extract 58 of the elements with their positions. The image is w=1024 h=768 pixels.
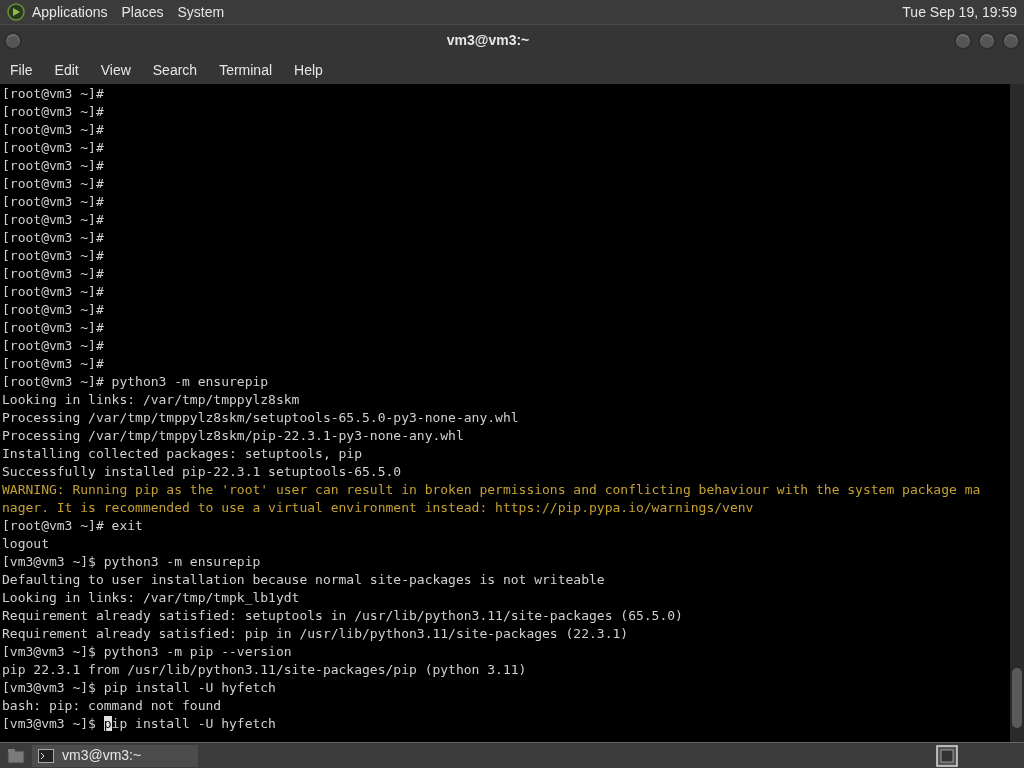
terminal-line: [root@vm3 ~]# — [2, 265, 104, 283]
terminal-line: [root@vm3 ~]# — [2, 139, 104, 157]
terminal-line: Looking in links: /var/tmp/tmppylz8skm — [2, 391, 300, 409]
terminal-line: Processing /var/tmp/tmppylz8skm/setuptools-65.5.0-py3-none-any.whl — [2, 409, 519, 427]
menu-item[interactable]: File — [10, 59, 33, 81]
terminal-line: [root@vm3 ~]# — [2, 319, 104, 337]
terminal-line: [root@vm3 ~]# — [2, 283, 104, 301]
terminal-line: [vm3@vm3 ~]$ python3 -m ensurepip — [2, 553, 261, 571]
menu-item[interactable]: Search — [152, 59, 198, 81]
shell-prompt: [vm3@vm3 ~]$ — [2, 715, 97, 733]
taskbar-button[interactable]: vm3@vm3:~ — [32, 744, 198, 767]
terminal-line: [root@vm3 ~]# — [2, 301, 104, 319]
menu-item[interactable]: View — [100, 59, 131, 81]
terminal-line: Successfully installed pip-22.3.1 setuptools-65.5.0 — [2, 463, 402, 481]
terminal-line: Processing /var/tmp/tmppylz8skm/pip-22.3.1-py3-none-any.whl — [2, 427, 464, 445]
panel-menu[interactable]: Applications — [32, 1, 108, 23]
command-input[interactable]: pip install -U hyfetch — [103, 715, 276, 733]
terminal-line: pip 22.3.1 from /usr/lib/python3.11/site-packages/pip (python 3.11) — [2, 661, 527, 679]
terminal-line: Defaulting to user installation because normal site-packages is not writeable — [2, 571, 605, 589]
window-button[interactable] — [954, 31, 972, 50]
menu-item[interactable]: Terminal — [219, 59, 273, 81]
panel-menu[interactable]: Places — [121, 1, 164, 23]
window-title: vm3@vm3:~ — [446, 31, 530, 50]
terminal-line: bash: pip: command not found — [2, 697, 222, 715]
terminal-line: Requirement already satisfied: setuptools in /usr/lib/python3.11/site-packages (65.5.0) — [2, 607, 683, 625]
terminal-line: [vm3@vm3 ~]$ pip install -U hyfetch — [2, 679, 276, 697]
window-button[interactable] — [4, 31, 22, 50]
terminal-icon — [38, 748, 54, 763]
terminal-line: [root@vm3 ~]# — [2, 157, 104, 175]
window-button[interactable] — [1002, 31, 1020, 50]
panel-menu[interactable]: System — [177, 1, 225, 23]
terminal-line: [root@vm3 ~]# — [2, 229, 104, 247]
scrollbar[interactable] — [1010, 84, 1024, 742]
terminal-line: Installing collected packages: setuptools, pip — [2, 445, 363, 463]
folder-icon[interactable] — [6, 746, 26, 765]
terminal-line: [vm3@vm3 ~]$ python3 -m pip --version — [2, 643, 292, 661]
terminal-line: [root@vm3 ~]# — [2, 211, 104, 229]
terminal-line: [root@vm3 ~]# exit — [2, 517, 143, 535]
logo-icon — [6, 3, 26, 21]
terminal-line: Looking in links: /var/tmp/tmpk_lb1ydt — [2, 589, 300, 607]
terminal-line: [root@vm3 ~]# — [2, 85, 104, 103]
terminal-line: [root@vm3 ~]# — [2, 193, 104, 211]
menu-item[interactable]: Help — [294, 59, 323, 81]
terminal-line: [root@vm3 ~]# — [2, 337, 104, 355]
terminal-line: [root@vm3 ~]# — [2, 121, 104, 139]
terminal-line: [root@vm3 ~]# python3 -m ensurepip — [2, 373, 269, 391]
menu-item[interactable]: Edit — [54, 59, 79, 81]
terminal-line: [root@vm3 ~]# — [2, 175, 104, 193]
terminal-line: WARNING: Running pip as the 'root' user can result in broken permissions and conflicting behaviour with the system package ma — [2, 481, 981, 499]
clock: Tue Sep 19, 19:59 — [902, 2, 1017, 22]
terminal-line: [root@vm3 ~]# — [2, 247, 104, 265]
window-button[interactable] — [978, 31, 996, 50]
workspace-icon[interactable] — [936, 744, 958, 767]
terminal-line: [root@vm3 ~]# — [2, 103, 104, 121]
terminal-line: [root@vm3 ~]# — [2, 355, 104, 373]
terminal-line: Requirement already satisfied: pip in /usr/lib/python3.11/site-packages (22.3.1) — [2, 625, 629, 643]
terminal-line: nager. It is recommended to use a virtual environment instead: https://pip.pypa.io/warnings/venv — [2, 499, 754, 517]
terminal-line: logout — [2, 535, 49, 553]
